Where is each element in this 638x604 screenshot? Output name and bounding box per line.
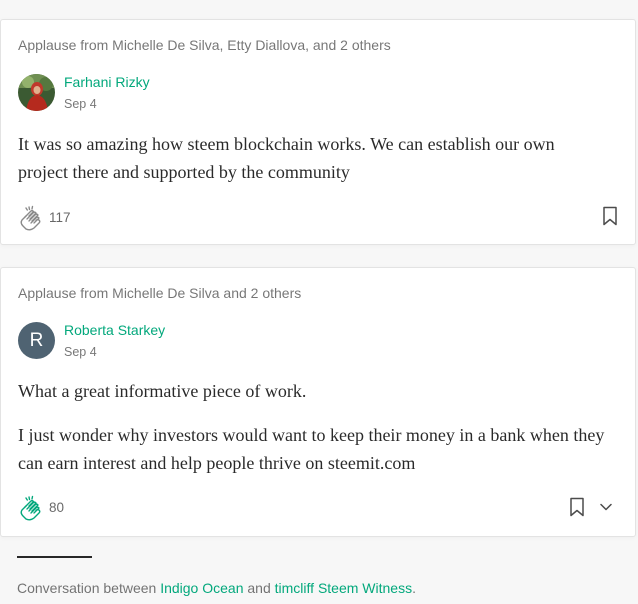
- response-paragraph[interactable]: What a great informative piece of work.: [18, 377, 605, 405]
- avatar[interactable]: R: [18, 322, 55, 359]
- applause-text[interactable]: Applause from Michelle De Silva, Etty Di…: [18, 37, 391, 53]
- bookmark-icon[interactable]: [602, 206, 618, 226]
- clap-count[interactable]: 80: [49, 500, 64, 515]
- clap-icon[interactable]: [17, 494, 45, 522]
- conversation-joiner: and: [243, 580, 275, 596]
- conversation-line: Conversation between Indigo Ocean and ti…: [17, 580, 416, 596]
- chevron-down-icon[interactable]: [599, 502, 613, 512]
- conversation-suffix: .: [412, 580, 416, 596]
- response-body[interactable]: It was so amazing how steem blockchain w…: [18, 130, 605, 186]
- section-divider: [17, 556, 92, 558]
- avatar-photo: [18, 74, 55, 111]
- bookmark-icon[interactable]: [569, 497, 585, 517]
- conversation-person-link[interactable]: timcliff Steem Witness: [275, 580, 412, 596]
- response-date[interactable]: Sep 4: [64, 97, 97, 111]
- response-paragraph[interactable]: I just wonder why investors would want t…: [18, 421, 605, 477]
- response-card: Applause from Michelle De Silva, Etty Di…: [0, 19, 636, 245]
- avatar-letter: R: [29, 329, 44, 351]
- conversation-prefix: Conversation between: [17, 580, 161, 596]
- response-card: Applause from Michelle De Silva and 2 ot…: [0, 267, 636, 537]
- conversation-person-link[interactable]: Indigo Ocean: [160, 580, 243, 596]
- clap-icon[interactable]: [17, 204, 45, 232]
- clap-count[interactable]: 117: [49, 210, 71, 225]
- response-date[interactable]: Sep 4: [64, 345, 97, 359]
- avatar[interactable]: [18, 74, 55, 111]
- author-name[interactable]: Farhani Rizky: [64, 74, 150, 90]
- applause-text[interactable]: Applause from Michelle De Silva and 2 ot…: [18, 285, 301, 301]
- author-name[interactable]: Roberta Starkey: [64, 322, 165, 338]
